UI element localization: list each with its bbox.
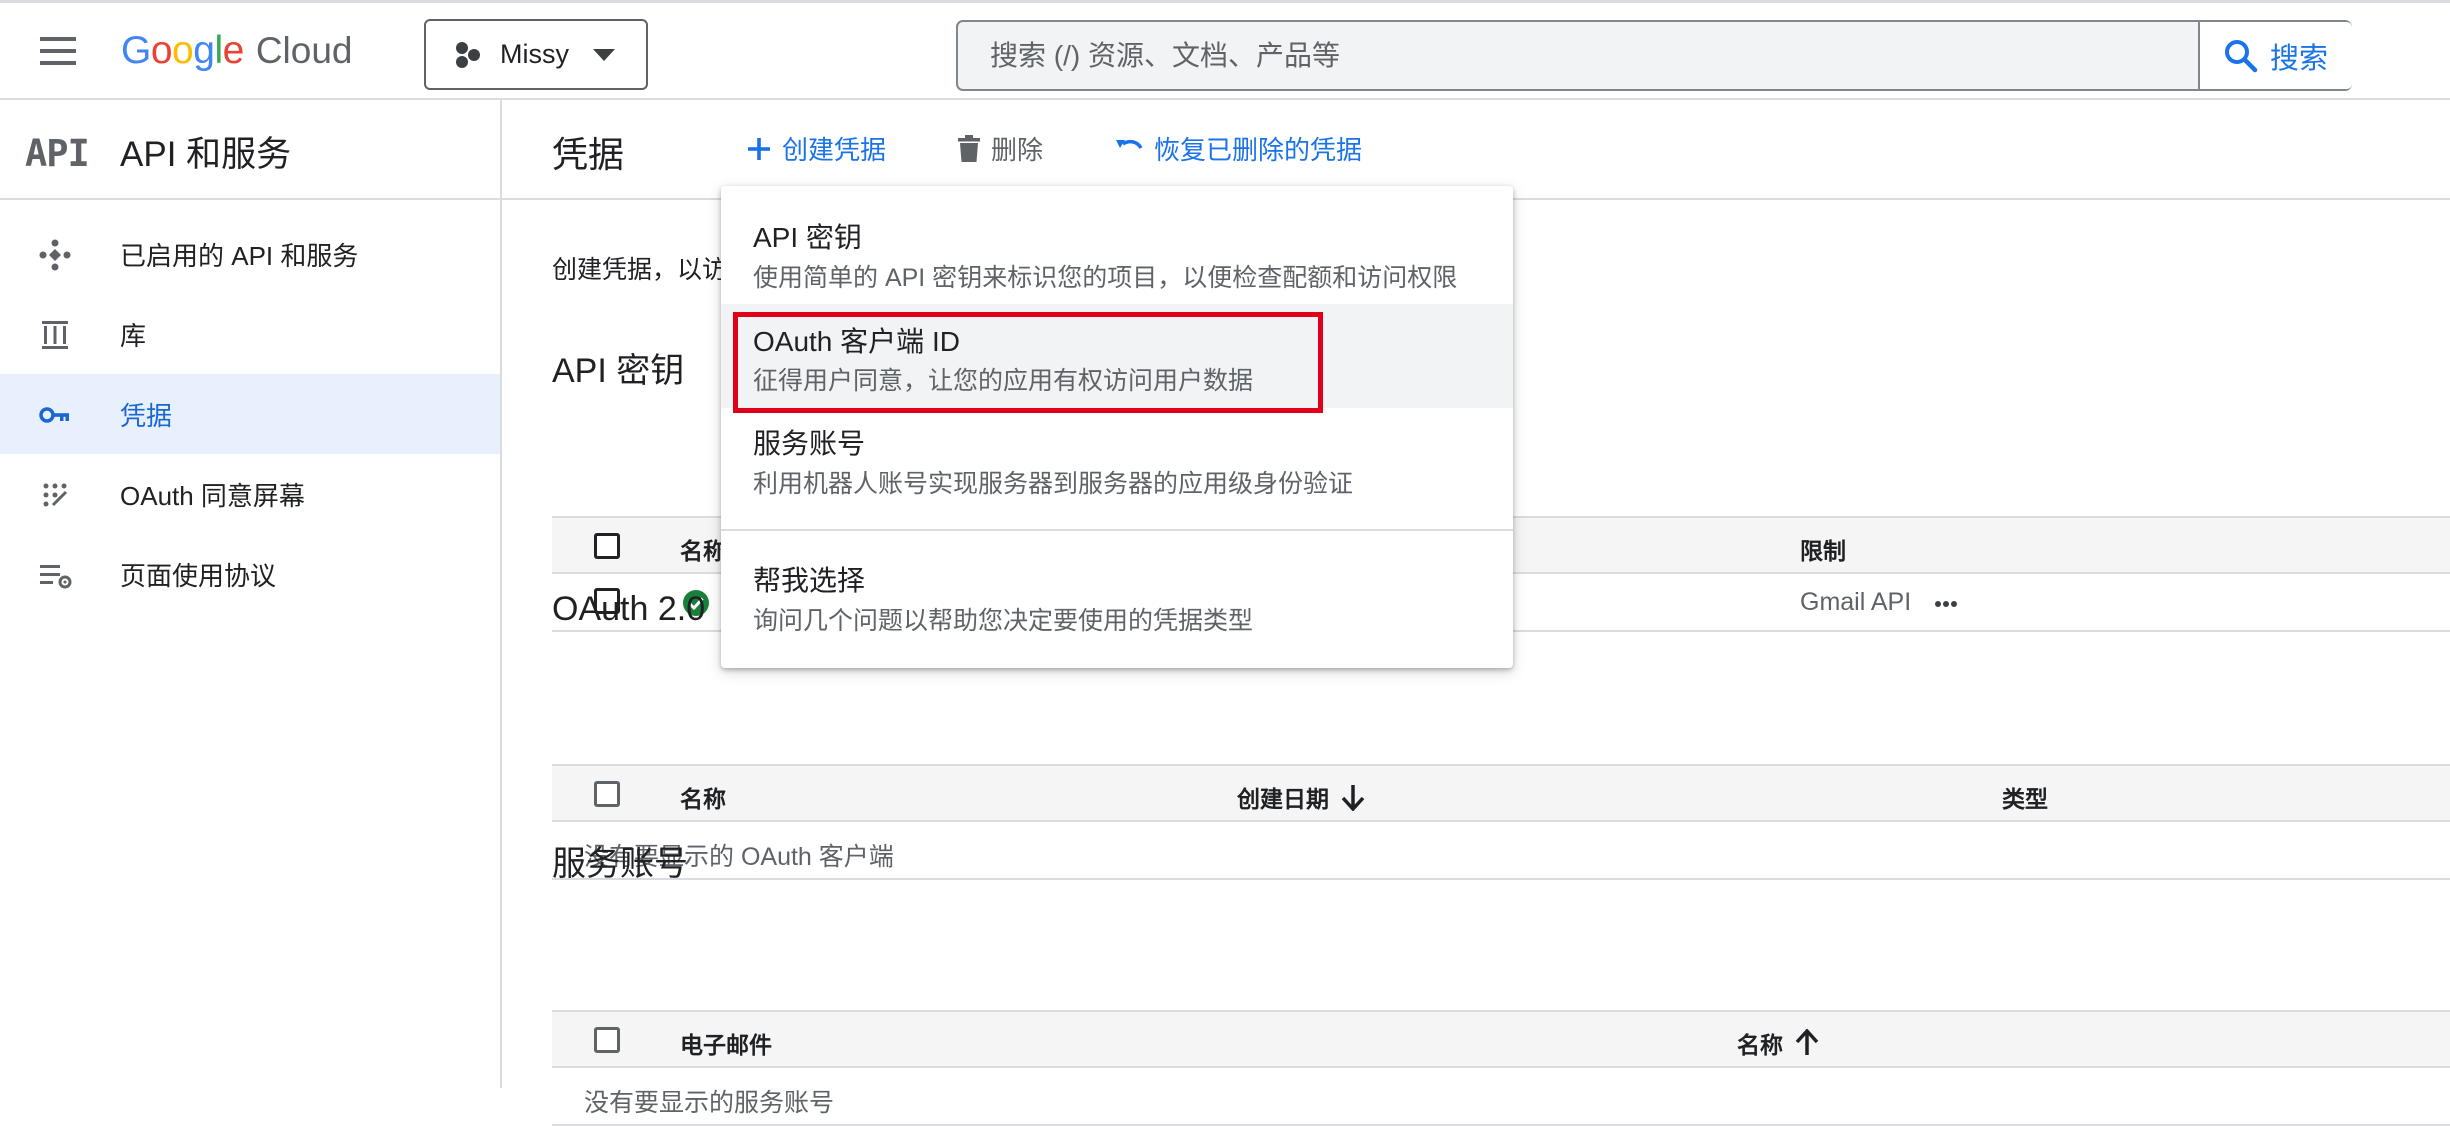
column-header-created-date[interactable]: 创建日期 [1237, 780, 1365, 814]
sidebar-item-library[interactable]: 库 [0, 294, 500, 374]
menu-item-title: 服务账号 [753, 428, 866, 459]
sidebar-header: API API 和服务 [0, 100, 500, 200]
select-all-checkbox[interactable] [594, 533, 620, 559]
menu-item-api-key[interactable]: API 密钥 使用简单的 API 密钥来标识您的项目，以便检查配额和访问权限 [721, 186, 1513, 304]
column-header-type[interactable]: 类型 [2002, 780, 2048, 814]
table-row: 没有要显示的 OAuth 客户端 [552, 822, 2450, 880]
menu-item-oauth-client-id[interactable]: OAuth 客户端 ID 征得用户同意，让您的应用有权访问用户数据 [721, 304, 1513, 408]
logo-google-letter: l [214, 29, 223, 72]
page-title: 凭据 [552, 134, 625, 175]
trash-icon [957, 134, 981, 163]
table-header: 电子邮件 名称 [552, 1010, 2450, 1068]
create-credentials-button[interactable]: 创建凭据 [746, 130, 886, 167]
logo-google-letter: G [121, 29, 151, 72]
select-all-checkbox[interactable] [594, 781, 620, 807]
sidebar-item-enabled-apis[interactable]: 已启用的 API 和服务 [0, 214, 500, 294]
main-header: 凭据 创建凭据 删除 恢复已删除的凭据 [502, 100, 2450, 200]
menu-item-subtitle: 征得用户同意，让您的应用有权访问用户数据 [753, 367, 1254, 395]
menu-item-title: 帮我选择 [753, 565, 866, 596]
sidebar-item-label: 页面使用协议 [120, 561, 277, 591]
search-icon [2224, 39, 2258, 73]
column-header-label: 名称 [1737, 1032, 1783, 1058]
logo-google-letter: o [150, 29, 173, 72]
logo-cloud-text: Cloud [255, 30, 353, 71]
sidebar-item-label: 凭据 [120, 401, 173, 431]
restore-deleted-button[interactable]: 恢复已删除的凭据 [1114, 130, 1362, 167]
sidebar-item-label: 已启用的 API 和服务 [120, 241, 359, 271]
sidebar: API API 和服务 已启用的 API 和服务 库 凭据 OAuth 同意屏幕… [0, 100, 502, 1088]
search-bar: 搜索 [956, 20, 2352, 91]
api-keys-title: API 密钥 [552, 352, 685, 390]
restriction-value: Gmail API [1800, 588, 1912, 616]
hamburger-menu-icon[interactable] [36, 34, 80, 68]
project-name: Missy [500, 39, 569, 69]
list-settings-icon [38, 558, 74, 592]
undo-icon [1114, 136, 1144, 162]
menu-item-title: OAuth 客户端 ID [753, 326, 960, 357]
column-header-label: 创建日期 [1237, 786, 1329, 812]
service-accounts-title: 服务账号 [552, 845, 688, 883]
key-icon [38, 398, 72, 432]
diamond-dots-icon [38, 238, 72, 272]
consent-dots-icon [38, 478, 72, 512]
table-header: 名称 创建日期 类型 [552, 764, 2450, 822]
column-header-name[interactable]: 名称 [680, 780, 726, 814]
column-header-email[interactable]: 电子邮件 [680, 1026, 772, 1060]
logo-google-letter: g [193, 29, 215, 72]
column-header-restriction: 限制 [1800, 538, 1846, 564]
caret-down-icon [593, 48, 615, 61]
menu-item-service-account[interactable]: 服务账号 利用机器人账号实现服务器到服务器的应用级身份验证 [721, 408, 1513, 529]
sidebar-title: API 和服务 [120, 135, 292, 174]
search-button[interactable]: 搜索 [2198, 22, 2352, 89]
menu-item-title: API 密钥 [753, 222, 862, 253]
select-all-checkbox[interactable] [594, 1027, 620, 1053]
menu-item-subtitle: 询问几个问题以帮助您决定要使用的凭据类型 [753, 607, 1254, 635]
delete-label: 删除 [991, 135, 1044, 165]
logo-google-letter: o [172, 29, 194, 72]
sidebar-item-oauth-consent[interactable]: OAuth 同意屏幕 [0, 454, 500, 534]
search-button-label: 搜索 [2270, 42, 2329, 75]
restore-deleted-label: 恢复已删除的凭据 [1154, 135, 1363, 165]
project-picker-button[interactable]: Missy [424, 19, 648, 90]
plus-icon [746, 136, 772, 162]
column-header-name[interactable]: 名称 [1737, 1026, 1819, 1060]
api-logo: API [25, 132, 90, 175]
google-cloud-logo[interactable]: Google Cloud [121, 25, 353, 77]
sort-up-arrow-icon [1783, 1029, 1819, 1057]
create-credentials-menu: API 密钥 使用简单的 API 密钥来标识您的项目，以便检查配额和访问权限 O… [721, 186, 1513, 668]
menu-item-subtitle: 使用简单的 API 密钥来标识您的项目，以便检查配额和访问权限 [753, 264, 1458, 292]
menu-item-subtitle: 利用机器人账号实现服务器到服务器的应用级身份验证 [753, 470, 1354, 498]
menu-item-help-me-choose[interactable]: 帮我选择 询问几个问题以帮助您决定要使用的凭据类型 [721, 531, 1513, 668]
sidebar-item-label: OAuth 同意屏幕 [120, 481, 305, 511]
page-description: 创建凭据，以访 [552, 256, 728, 284]
sidebar-item-credentials[interactable]: 凭据 [0, 374, 500, 454]
project-dots-icon [454, 41, 482, 69]
table-row: 没有要显示的服务账号 [552, 1068, 2450, 1126]
empty-message: 没有要显示的服务账号 [584, 1089, 835, 1117]
search-input[interactable] [958, 22, 2198, 89]
library-icon [38, 318, 72, 352]
top-bar: Google Cloud Missy 搜索 [0, 0, 2450, 100]
sort-down-arrow-icon [1329, 783, 1365, 811]
logo-google-letter: e [222, 29, 245, 72]
oauth-title: OAuth 2.0 [552, 590, 706, 628]
column-header-name[interactable]: 名称 [680, 532, 726, 566]
sidebar-item-label: 库 [120, 321, 147, 351]
more-actions-icon[interactable] [1934, 600, 1958, 608]
delete-button[interactable]: 删除 [957, 130, 1043, 167]
sidebar-item-page-usage[interactable]: 页面使用协议 [0, 534, 500, 614]
create-credentials-label: 创建凭据 [782, 135, 887, 165]
